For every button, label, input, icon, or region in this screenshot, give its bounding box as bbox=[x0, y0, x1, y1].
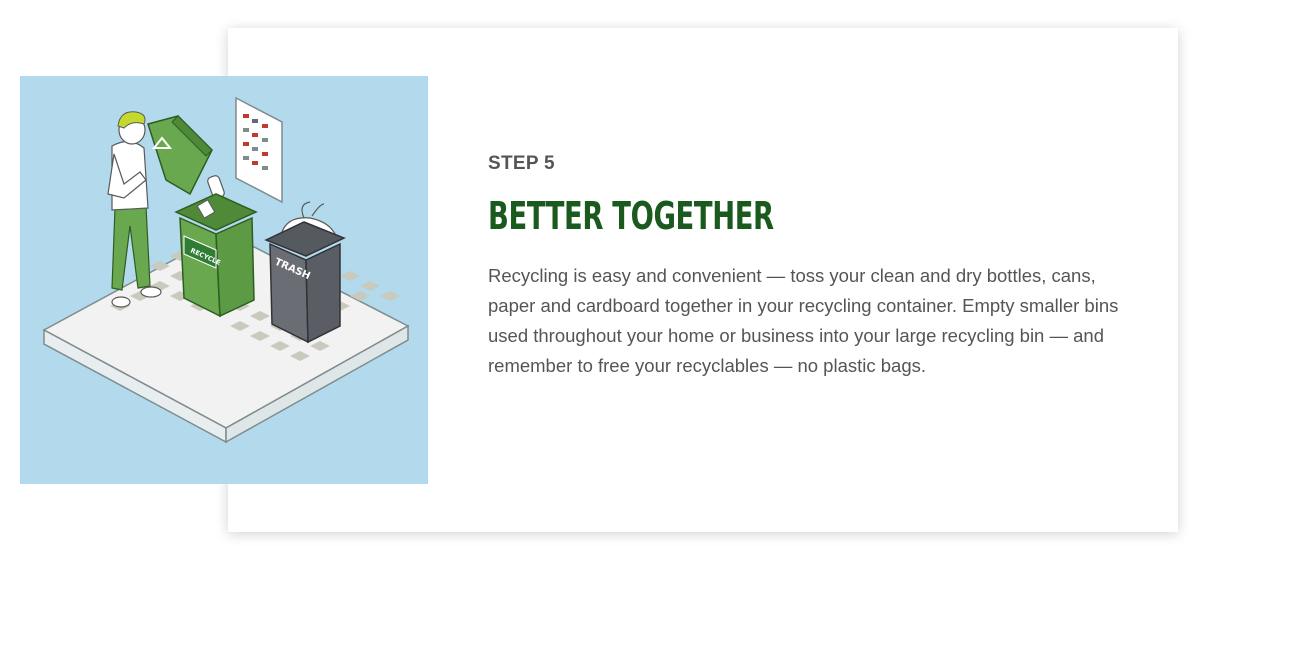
step-label: STEP 5 bbox=[488, 153, 555, 174]
recycling-poster bbox=[235, 96, 283, 204]
recycle-bin: RECYCLE bbox=[174, 193, 258, 318]
trash-bin: TRASH bbox=[264, 201, 346, 344]
small-recycling-bin bbox=[147, 115, 213, 196]
recycling-illustration: RECYCLE TRASH bbox=[20, 76, 428, 484]
step-description: Recycling is easy and convenient — toss … bbox=[488, 265, 1119, 376]
section-title: BETTER TOGETHER bbox=[488, 194, 774, 238]
